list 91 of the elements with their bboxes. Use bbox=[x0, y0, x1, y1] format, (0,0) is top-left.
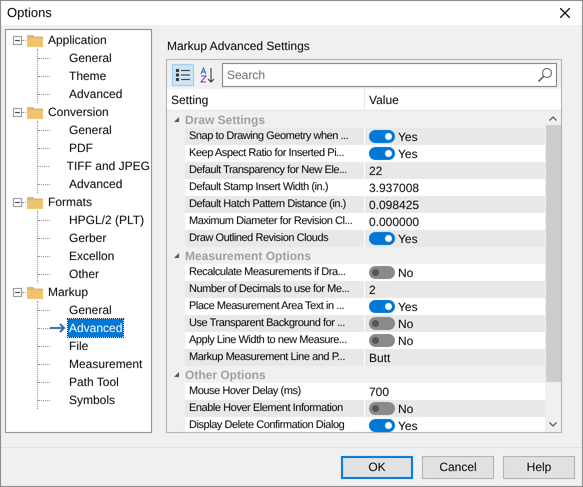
scroll-down-icon bbox=[549, 422, 557, 427]
tree-item[interactable]: Markup bbox=[48, 283, 88, 301]
toggle-switch[interactable] bbox=[369, 419, 395, 432]
dialog-button[interactable]: Cancel bbox=[422, 456, 494, 478]
scrollbar-thumb[interactable] bbox=[546, 125, 560, 382]
setting-name: Default Transparency for New Ele... bbox=[185, 162, 365, 179]
tree-item[interactable]: Advanced bbox=[68, 319, 124, 337]
search-icon bbox=[537, 66, 553, 82]
column-header[interactable]: Value bbox=[365, 90, 399, 108]
tree-item[interactable]: Formats bbox=[48, 193, 92, 211]
list-icon bbox=[176, 68, 190, 82]
search-field[interactable]: Search bbox=[222, 62, 557, 86]
toggle-switch[interactable] bbox=[369, 232, 395, 245]
setting-value: Yes bbox=[398, 418, 418, 432]
tree-item[interactable]: Measurement bbox=[68, 355, 144, 373]
toggle-switch[interactable] bbox=[369, 300, 395, 313]
tree-item[interactable]: Application bbox=[48, 31, 107, 49]
tree-item[interactable]: Path Tool bbox=[68, 373, 120, 391]
categorized-view-button[interactable] bbox=[172, 64, 194, 86]
setting-name: Draw Outlined Revision Clouds bbox=[185, 230, 365, 247]
toggle-switch[interactable] bbox=[369, 266, 395, 279]
toggle-switch[interactable] bbox=[369, 334, 395, 347]
setting-name: Snap to Drawing Geometry when ... bbox=[185, 128, 365, 145]
collapse-icon[interactable] bbox=[13, 36, 22, 44]
folder-icon bbox=[27, 106, 44, 118]
close-icon bbox=[560, 8, 570, 18]
tree-item[interactable]: General bbox=[68, 49, 113, 67]
setting-name: Markup Measurement Line and P... bbox=[185, 349, 365, 366]
scrollbar[interactable] bbox=[545, 111, 561, 432]
setting-value: No bbox=[398, 332, 414, 350]
toggle-switch[interactable] bbox=[369, 147, 395, 160]
tree-item[interactable]: File bbox=[68, 337, 90, 355]
arrow-icon bbox=[50, 323, 66, 333]
folder-icon bbox=[27, 34, 44, 46]
toggle-switch[interactable] bbox=[369, 402, 395, 415]
setting-name: Use Transparent Background for ... bbox=[185, 315, 365, 332]
tree-item[interactable]: General bbox=[68, 121, 113, 139]
category-label: Draw Settings bbox=[185, 112, 266, 128]
tree-item[interactable]: Advanced bbox=[68, 85, 124, 103]
setting-name: Place Measurement Area Text in ... bbox=[185, 298, 365, 315]
tree-item[interactable]: General bbox=[68, 301, 113, 319]
setting-value: 2 bbox=[369, 282, 376, 298]
dialog-button[interactable]: Help bbox=[503, 456, 575, 478]
tree-item[interactable]: Symbols bbox=[68, 391, 116, 409]
scroll-up-icon bbox=[549, 116, 557, 121]
setting-value: No bbox=[398, 400, 414, 418]
tree-item[interactable]: Excellon bbox=[68, 247, 116, 265]
toggle-switch[interactable] bbox=[369, 130, 395, 143]
setting-value: 700 bbox=[369, 384, 390, 400]
tree-item[interactable]: Other bbox=[68, 265, 100, 283]
collapse-icon[interactable] bbox=[13, 288, 22, 296]
folder-icon bbox=[27, 286, 44, 298]
setting-name: Display Delete Confirmation Dialog bbox=[185, 417, 365, 432]
setting-value: 22 bbox=[369, 162, 382, 180]
setting-value: No bbox=[398, 264, 414, 282]
dialog-button[interactable]: OK bbox=[341, 456, 413, 478]
setting-value: Yes bbox=[398, 230, 418, 248]
category-label: Measurement Options bbox=[185, 248, 312, 264]
tree-item[interactable]: HPGL/2 (PLT) bbox=[68, 211, 146, 229]
setting-value: 0.098425 bbox=[369, 196, 420, 214]
setting-value: 3.937008 bbox=[369, 180, 420, 196]
setting-value: No bbox=[398, 316, 414, 332]
folder-icon bbox=[27, 196, 44, 208]
setting-name: Maximum Diameter for Revision Cl... bbox=[185, 213, 365, 230]
column-header[interactable]: Setting bbox=[167, 89, 365, 110]
setting-name: Default Stamp Insert Width (in.) bbox=[185, 179, 365, 196]
setting-value: Yes bbox=[398, 298, 418, 316]
window-title: Options bbox=[7, 4, 52, 22]
tree-item[interactable]: Advanced bbox=[68, 175, 124, 193]
setting-value: 0.000000 bbox=[369, 214, 420, 230]
tree-item[interactable]: Conversion bbox=[48, 103, 109, 121]
setting-value: Butt bbox=[369, 350, 390, 366]
setting-name: Apply Line Width to new Measure... bbox=[185, 332, 365, 349]
tree-item[interactable]: Gerber bbox=[68, 229, 108, 247]
category-label: Other Options bbox=[185, 366, 266, 384]
setting-name: Enable Hover Element Information bbox=[185, 400, 365, 417]
collapse-icon[interactable] bbox=[13, 198, 22, 206]
setting-name: Default Hatch Pattern Distance (in.) bbox=[185, 196, 365, 213]
setting-name: Mouse Hover Delay (ms) bbox=[185, 383, 365, 400]
setting-value: Yes bbox=[398, 146, 418, 162]
tree-item[interactable]: TIFF and JPEG bbox=[66, 157, 151, 175]
setting-name: Number of Decimals to use for Me... bbox=[185, 281, 365, 298]
panel-title: Markup Advanced Settings bbox=[167, 38, 311, 55]
sort-alphabetical-icon bbox=[200, 66, 216, 82]
setting-name: Keep Aspect Ratio for Inserted Pi... bbox=[185, 145, 365, 162]
setting-value: Yes bbox=[398, 128, 418, 146]
tree-item[interactable]: Theme bbox=[68, 67, 108, 85]
tree-item[interactable]: PDF bbox=[68, 139, 94, 157]
collapse-icon[interactable] bbox=[13, 108, 22, 116]
setting-name: Recalculate Measurements if Dra... bbox=[185, 264, 365, 281]
toggle-switch[interactable] bbox=[369, 317, 395, 330]
